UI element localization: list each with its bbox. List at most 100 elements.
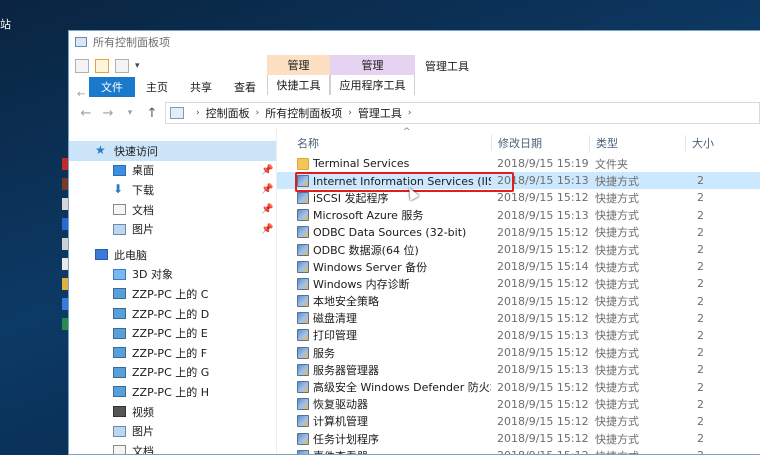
tab-shortcut-tools[interactable]: 快捷工具 [267,75,330,95]
forward-button[interactable]: → [97,106,119,121]
nav-item-documents-pc[interactable]: 文档 [69,441,276,454]
file-row[interactable]: 本地安全策略 2018/9/15 15:12 快捷方式 2 [277,293,760,310]
file-row[interactable]: Windows 内存诊断 2018/9/15 15:12 快捷方式 2 [277,275,760,292]
file-list: ^ 名称 修改日期 类型 大小 Terminal Services 2018/9/… [277,127,760,454]
column-date[interactable]: 修改日期 [491,135,589,151]
file-date: 2018/9/15 15:12 [497,191,589,205]
pin-icon[interactable]: 📌 [261,165,273,176]
nav-item-pictures-pc[interactable]: 图片 [69,421,276,441]
nav-label: 文档 [132,203,154,217]
file-row[interactable]: 高级安全 Windows Defender 防火墙 2018/9/15 15:12… [277,378,760,395]
nav-item-drive-g[interactable]: ZZP-PC 上的 G [69,363,276,383]
column-type[interactable]: 类型 [589,135,685,151]
file-size: 2 [697,380,704,394]
file-row[interactable]: 磁盘清理 2018/9/15 15:12 快捷方式 2 [277,310,760,327]
file-name: Windows 内存诊断 [313,277,410,291]
file-row[interactable]: Microsoft Azure 服务 2018/9/15 15:13 快捷方式 2 [277,207,760,224]
file-row[interactable]: Internet Information Services (IIS)管... 2… [277,172,760,190]
file-row[interactable]: 任务计划程序 2018/9/15 15:12 快捷方式 2 [277,430,760,447]
file-size: 2 [697,260,704,274]
nav-label: ZZP-PC 上的 D [132,307,210,321]
column-size[interactable]: 大小 [685,135,745,151]
file-row[interactable]: Windows Server 备份 2018/9/15 15:14 快捷方式 2 [277,258,760,275]
tab-view[interactable]: 查看 [223,77,267,97]
file-row[interactable]: ODBC Data Sources (32-bit) 2018/9/15 15:1… [277,224,760,241]
tab-app-tools[interactable]: 应用程序工具 [330,75,415,95]
nav-item-drive-h[interactable]: ZZP-PC 上的 H [69,382,276,402]
nav-item-drive-d[interactable]: ZZP-PC 上的 D [69,304,276,324]
nav-quick-access[interactable]: ★ 快速访问 [69,141,276,161]
pin-icon[interactable]: 📌 [261,184,273,195]
recent-dropdown-icon[interactable]: ▾ [119,108,141,118]
control-panel-icon [170,107,184,119]
context-group-label: 管理 [267,55,330,75]
properties-icon[interactable] [75,59,89,73]
shortcut-icon [297,277,309,290]
nav-item-drive-f[interactable]: ZZP-PC 上的 F [69,343,276,363]
column-name[interactable]: 名称 [277,135,491,151]
nav-this-pc[interactable]: 此电脑 [69,245,276,265]
file-name-cell: Windows Server 备份 [277,259,491,275]
file-row[interactable]: 恢复驱动器 2018/9/15 15:12 快捷方式 2 [277,396,760,413]
nav-item-drive-c[interactable]: ZZP-PC 上的 C [69,284,276,304]
shortcut-icon [297,329,309,342]
address-input[interactable]: › 控制面板 › 所有控制面板项 › 管理工具 › [165,102,760,124]
title-bar[interactable]: 所有控制面板项 [69,31,760,53]
shortcut-icon [297,209,309,222]
pin-icon[interactable]: 📌 [261,204,273,215]
nav-item-videos[interactable]: 视频 [69,402,276,422]
file-name-cell: 服务器管理器 [277,362,491,378]
breadcrumb-item[interactable]: 控制面板 [206,105,250,121]
file-date: 2018/9/15 15:13 [497,208,589,222]
file-name-cell: ODBC Data Sources (32-bit) [277,226,491,239]
file-date: 2018/9/15 15:12 [497,414,589,428]
breadcrumb-item[interactable]: 管理工具 [358,105,402,121]
nav-item-documents[interactable]: 文档 📌 [69,200,276,220]
file-date: 2018/9/15 15:12 [491,449,589,454]
breadcrumb-item[interactable]: 所有控制面板项 [265,105,342,121]
file-type: 快捷方式 [595,398,639,412]
file-name-cell: Windows 内存诊断 [277,276,491,292]
shortcut-icon [297,312,309,325]
file-row[interactable]: ODBC 数据源(64 位) 2018/9/15 15:12 快捷方式 2 [277,241,760,258]
pin-icon[interactable]: 📌 [261,224,273,235]
nav-label: ZZP-PC 上的 H [132,385,210,399]
file-row[interactable]: 服务器管理器 2018/9/15 15:13 快捷方式 2 [277,361,760,378]
file-date: 2018/9/15 15:14 [497,260,589,274]
tab-home[interactable]: 主页 [135,77,179,97]
nav-label: 下载 [132,183,154,197]
qat-dropdown-icon[interactable]: ▾ [135,61,140,71]
picture-icon [113,425,126,437]
file-name-cell: 任务计划程序 [277,431,491,447]
file-row[interactable]: iSCSI 发起程序 2018/9/15 15:12 快捷方式 2 [277,189,760,206]
nav-item-drive-e[interactable]: ZZP-PC 上的 E [69,323,276,343]
back-button[interactable]: ← [75,106,97,121]
file-size: 2 [697,432,704,446]
file-type: 快捷方式 [595,277,639,291]
new-folder-icon[interactable] [115,59,129,73]
file-row[interactable]: 打印管理 2018/9/15 15:13 快捷方式 2 [277,327,760,344]
tab-share[interactable]: 共享 [179,77,223,97]
tab-file[interactable]: 文件 [89,77,135,97]
file-type: 快捷方式 [595,363,639,377]
nav-item-desktop[interactable]: 桌面 📌 [69,161,276,181]
nav-item-downloads[interactable]: ⬇ 下载 📌 [69,180,276,200]
nav-label: 视频 [132,405,154,419]
file-size: 2 [697,191,704,205]
nav-label: 图片 [132,223,154,237]
nav-item-3d-objects[interactable]: 3D 对象 [69,265,276,285]
file-name-cell: 打印管理 [277,327,491,343]
file-row[interactable]: 事件查看器 2018/9/15 15:12快捷方式2 [277,447,760,454]
file-row[interactable]: Terminal Services 2018/9/15 15:19 文件夹 [277,155,760,172]
up-button[interactable]: ↑ [141,106,163,121]
file-size: 2 [697,311,704,325]
file-size: 2 [697,225,704,239]
nav-item-pictures[interactable]: 图片 📌 [69,219,276,239]
check-icon[interactable] [95,59,109,73]
file-date: 2018/9/15 15:12 [497,225,589,239]
window-title: 所有控制面板项 [93,36,170,49]
shortcut-icon [297,415,309,428]
file-row[interactable]: 计算机管理 2018/9/15 15:12 快捷方式 2 [277,413,760,430]
file-row[interactable]: 服务 2018/9/15 15:12 快捷方式 2 [277,344,760,361]
file-size: 2 [697,208,704,222]
